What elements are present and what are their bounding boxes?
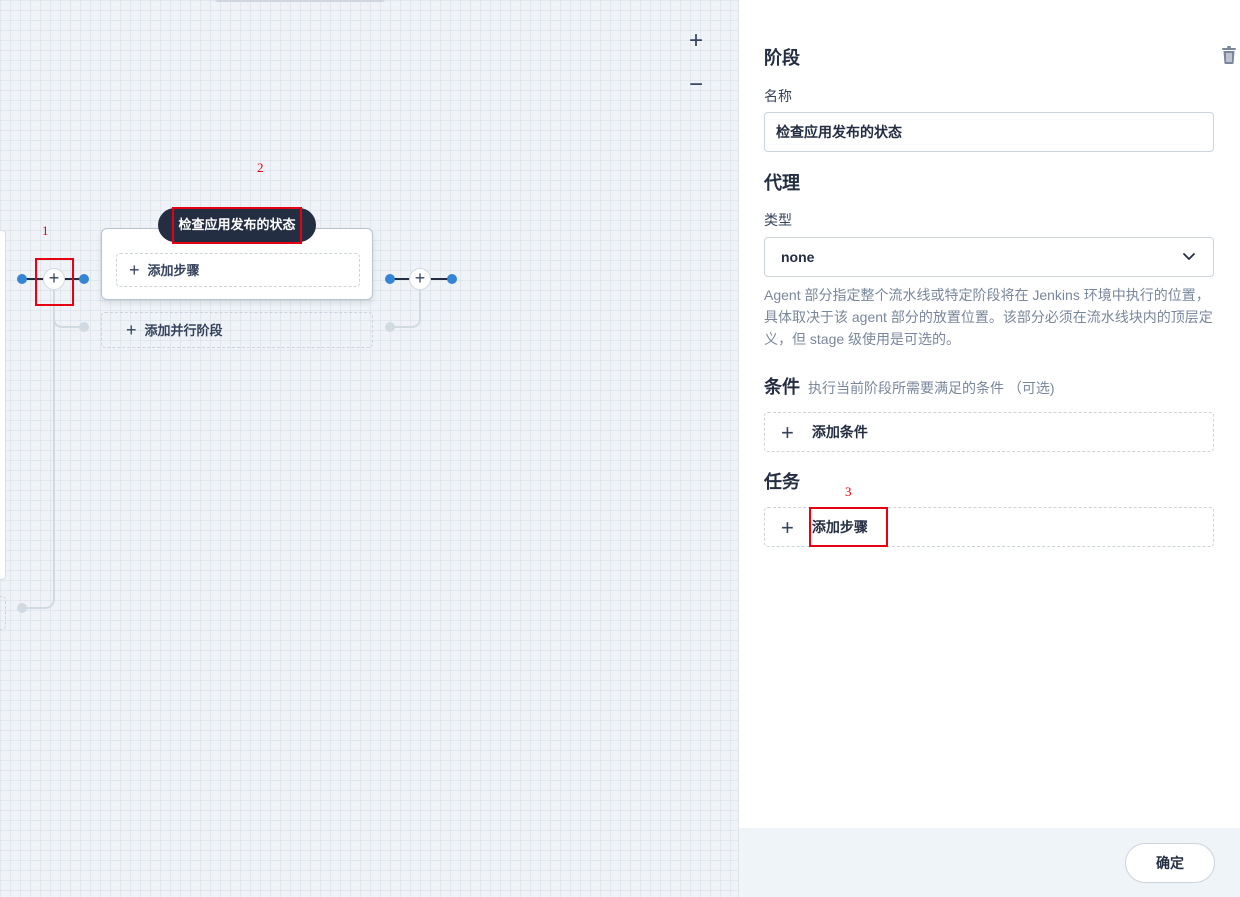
connector-dot	[447, 274, 457, 284]
agent-type-select[interactable]: none	[764, 237, 1214, 277]
trash-icon[interactable]	[1221, 46, 1237, 64]
type-label: 类型	[764, 212, 792, 228]
plus-icon: +	[781, 420, 794, 445]
stage-name-input[interactable]: 检查应用发布的状态	[764, 112, 1214, 152]
plus-icon: +	[414, 268, 426, 288]
add-condition-label: 添加条件	[811, 424, 868, 440]
stage-add-step-button[interactable]: + 添加步骤	[116, 253, 360, 287]
confirm-button[interactable]: 确定	[1125, 843, 1215, 883]
add-stage-node-right[interactable]: +	[409, 268, 431, 290]
pipeline-connectors	[17, 274, 457, 613]
connector-dot	[79, 274, 89, 284]
pipeline-canvas[interactable]: + − + + + 添加步骤 检查应用发布的状态 + 添加并行阶段 1 2	[0, 0, 738, 897]
agent-description: Agent 部分指定整个流水线或特定阶段将在 Jenkins 环境中执行的位置，…	[764, 287, 1213, 347]
annotation-box-2	[172, 207, 302, 244]
condition-heading: 条件 执行当前阶段所需要满足的条件 （可选)	[764, 373, 1055, 399]
plus-icon: +	[781, 515, 794, 540]
agent-heading: 代理	[764, 173, 800, 193]
condition-hint: 执行当前阶段所需要满足的条件 （可选)	[808, 380, 1055, 396]
name-label: 名称	[764, 88, 792, 104]
chevron-down-icon	[1183, 253, 1195, 260]
condition-heading-text: 条件	[764, 377, 800, 397]
connector-branch-right	[390, 290, 421, 328]
annotation-label-3: 3	[845, 484, 852, 499]
panel-footer: 确定	[739, 828, 1240, 897]
connector-dot	[79, 322, 89, 332]
plus-icon: +	[129, 260, 140, 280]
add-condition-button[interactable]: + 添加条件	[764, 412, 1214, 452]
plus-icon: +	[126, 320, 137, 340]
add-parallel-stage-button[interactable]: + 添加并行阶段	[101, 312, 373, 348]
connector-dot	[385, 322, 395, 332]
connector-dot	[17, 274, 27, 284]
agent-type-value: none	[781, 249, 815, 265]
stage-heading: 阶段	[764, 48, 800, 68]
add-parallel-stage-label: 添加并行阶段	[144, 323, 223, 338]
stage-add-step-label: 添加步骤	[147, 263, 200, 278]
annotation-box-3	[809, 507, 888, 547]
annotation-label-2: 2	[257, 160, 264, 175]
stage-settings-panel: 阶段 名称 检查应用发布的状态 代理 类型 none Agent 部分指定整个流…	[738, 0, 1240, 897]
annotation-label-1: 1	[42, 223, 49, 238]
connector-branch-down	[22, 290, 55, 609]
connector-dot	[17, 603, 27, 613]
task-heading: 任务	[764, 472, 800, 492]
connector-dot	[385, 274, 395, 284]
annotation-box-1	[35, 258, 74, 306]
